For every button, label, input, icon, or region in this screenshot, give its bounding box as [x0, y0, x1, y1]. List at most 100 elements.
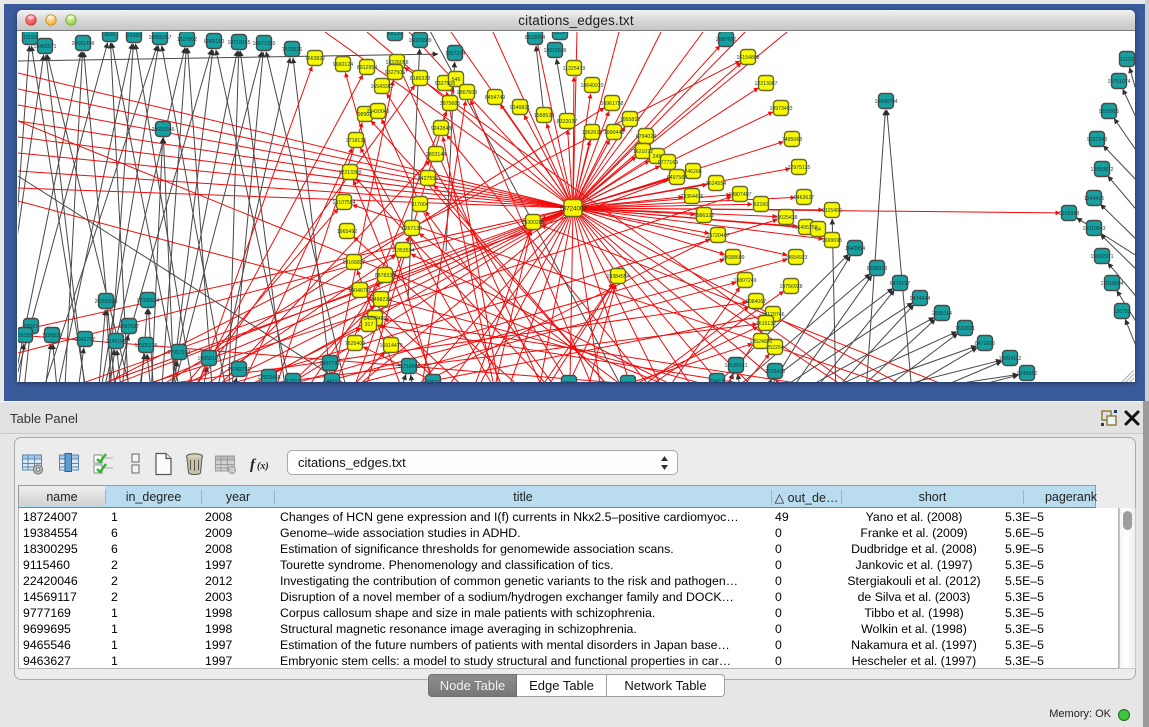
- svg-text:317: 317: [365, 322, 374, 328]
- svg-text:20691406: 20691406: [71, 41, 94, 47]
- svg-text:7625402: 7625402: [345, 341, 365, 347]
- svg-text:16543382: 16543382: [370, 84, 393, 90]
- svg-text:2942757: 2942757: [75, 337, 95, 343]
- svg-text:29053346: 29053346: [151, 127, 174, 133]
- svg-text:1965492: 1965492: [337, 229, 357, 235]
- svg-text:9457791: 9457791: [320, 361, 340, 367]
- svg-text:9084067: 9084067: [746, 299, 766, 305]
- svg-text:19405571: 19405571: [33, 44, 56, 50]
- svg-text:7485063: 7485063: [782, 137, 802, 143]
- svg-text:9327505: 9327505: [385, 70, 405, 76]
- svg-text:2718126: 2718126: [346, 138, 366, 144]
- svg-text:12093872: 12093872: [1090, 167, 1113, 173]
- svg-text:11193: 11193: [23, 35, 37, 41]
- svg-text:15692971: 15692971: [1090, 254, 1113, 260]
- svg-text:7663822: 7663822: [305, 56, 325, 62]
- svg-text:2803144: 2803144: [426, 152, 446, 158]
- svg-text:8267130: 8267130: [402, 226, 422, 232]
- svg-text:18724007: 18724007: [559, 205, 587, 212]
- svg-text:8427552: 8427552: [418, 176, 438, 182]
- svg-text:17339924: 17339924: [136, 298, 159, 304]
- svg-text:12923: 12923: [286, 379, 301, 382]
- svg-text:6966160: 6966160: [204, 39, 224, 45]
- svg-text:6794024: 6794024: [636, 134, 656, 140]
- svg-text:9242848: 9242848: [431, 126, 451, 132]
- svg-text:9474444: 9474444: [910, 296, 930, 302]
- svg-text:f: f: [250, 457, 257, 473]
- svg-text:817004: 817004: [411, 202, 428, 208]
- svg-text:25300285: 25300285: [521, 220, 544, 226]
- svg-text:7357224: 7357224: [445, 51, 465, 57]
- svg-text:10688609: 10688609: [721, 255, 744, 261]
- svg-text:8813054: 8813054: [525, 35, 545, 41]
- svg-text:10025438: 10025438: [774, 215, 797, 221]
- svg-text:11325419: 11325419: [563, 66, 586, 72]
- svg-text:14136141: 14136141: [724, 363, 747, 369]
- svg-text:9631: 9631: [104, 32, 116, 38]
- svg-text:10654112: 10654112: [999, 356, 1022, 362]
- svg-text:1990448: 1990448: [604, 130, 624, 136]
- svg-text:12213389: 12213389: [338, 170, 361, 176]
- svg-text:546: 546: [452, 77, 461, 83]
- svg-text:8454749: 8454749: [485, 95, 505, 101]
- svg-text:19756928: 19756928: [779, 284, 802, 290]
- svg-text:(x): (x): [257, 461, 269, 472]
- svg-text:9115460: 9115460: [822, 208, 842, 214]
- svg-text:14120746: 14120746: [761, 312, 784, 318]
- svg-text:16961758: 16961758: [600, 101, 623, 107]
- svg-text:9777169: 9777169: [658, 160, 678, 166]
- svg-text:1640954: 1640954: [845, 246, 865, 252]
- svg-text:8912954: 8912954: [357, 65, 377, 71]
- svg-text:9146821: 9146821: [510, 105, 530, 111]
- svg-text:16210643: 16210643: [1082, 226, 1105, 232]
- svg-text:8878334: 8878334: [375, 273, 395, 279]
- svg-text:10655267: 10655267: [148, 35, 171, 41]
- svg-text:18640910: 18640910: [580, 83, 603, 89]
- svg-text:8134: 8134: [554, 32, 566, 36]
- svg-text:10341: 10341: [621, 381, 636, 382]
- svg-text:1527602: 1527602: [177, 37, 197, 43]
- svg-text:23364436: 23364436: [680, 194, 703, 200]
- svg-text:10958107: 10958107: [197, 356, 220, 362]
- svg-text:17016504: 17016504: [1100, 281, 1123, 287]
- svg-text:99413: 99413: [710, 379, 725, 382]
- svg-text:16033809: 16033809: [408, 38, 431, 44]
- svg-text:20206536: 20206536: [94, 299, 117, 305]
- svg-text:1733426: 1733426: [765, 369, 785, 375]
- svg-text:1588520: 1588520: [534, 113, 554, 119]
- svg-text:8471626: 8471626: [975, 341, 995, 347]
- svg-text:15720407: 15720407: [706, 233, 729, 239]
- svg-text:9227343: 9227343: [1087, 137, 1107, 143]
- svg-text:16914479: 16914479: [379, 343, 402, 349]
- svg-text:8186328: 8186328: [410, 76, 430, 82]
- svg-text:77521: 77521: [426, 380, 441, 382]
- svg-text:18807249: 18807249: [733, 278, 756, 284]
- svg-text:2867608: 2867608: [457, 90, 477, 96]
- svg-text:9329966: 9329966: [1099, 109, 1119, 115]
- svg-text:9660124: 9660124: [333, 62, 353, 68]
- svg-text:16671355: 16671355: [252, 41, 275, 47]
- svg-text:10046768: 10046768: [348, 288, 371, 294]
- svg-text:7986322: 7986322: [694, 213, 714, 219]
- svg-text:19166827: 19166827: [342, 260, 365, 266]
- svg-text:3215958: 3215958: [1059, 211, 1079, 217]
- svg-text:39159: 39159: [18, 333, 32, 339]
- svg-text:1156829: 1156829: [42, 333, 62, 339]
- svg-text:19384554: 19384554: [606, 274, 629, 280]
- svg-text:17957223: 17957223: [167, 350, 190, 356]
- svg-text:16782759: 16782759: [227, 367, 250, 373]
- svg-text:88130: 88130: [388, 32, 403, 37]
- svg-text:7515526: 7515526: [282, 47, 302, 53]
- svg-text:9699695: 9699695: [822, 238, 842, 244]
- svg-text:12923468: 12923468: [257, 375, 280, 381]
- svg-text:8938923: 8938923: [867, 266, 887, 272]
- svg-text:6497568: 6497568: [667, 175, 687, 181]
- svg-text:12975115: 12975115: [788, 165, 811, 171]
- svg-text:7632621: 7632621: [955, 326, 975, 332]
- svg-text:21083: 21083: [127, 33, 142, 39]
- svg-text:12505135: 12505135: [134, 343, 157, 349]
- svg-text:15718485: 15718485: [397, 364, 420, 370]
- svg-text:4415: 4415: [326, 379, 338, 382]
- svg-text:8322037: 8322037: [557, 119, 577, 125]
- svg-text:12213967: 12213967: [754, 81, 777, 87]
